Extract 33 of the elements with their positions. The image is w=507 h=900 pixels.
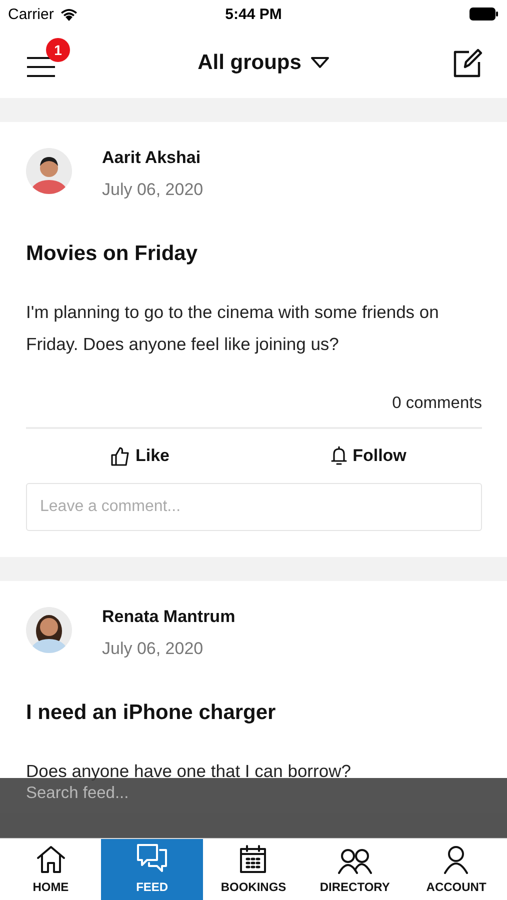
- post-body: I'm planning to go to the cinema with some friends on Friday. Does anyone feel like joining us?: [26, 301, 440, 356]
- post-date: July 06, 2020: [102, 639, 204, 659]
- search-field[interactable]: Search feed...: [0, 778, 507, 838]
- like-button[interactable]: Like: [26, 429, 254, 483]
- calendar-icon: [239, 844, 268, 874]
- tab[interactable]: FEED: [101, 839, 203, 900]
- post-date: July 06, 2020: [102, 180, 204, 200]
- bell-icon: [330, 446, 348, 466]
- compose-button[interactable]: [453, 48, 483, 78]
- carrier-label: Carrier: [8, 6, 54, 22]
- thumbs-up-icon: [110, 446, 130, 466]
- author-name: Renata Mantrum: [102, 607, 236, 627]
- people-icon: [336, 848, 373, 874]
- home-icon: [34, 844, 67, 874]
- notification-badge: 1: [46, 38, 70, 62]
- menu-icon: [26, 56, 56, 78]
- author-name: Aarit Akshai: [102, 148, 202, 168]
- post-title: I need an iPhone charger: [26, 701, 277, 725]
- avatar: [26, 148, 72, 194]
- menu-button[interactable]: 1: [26, 36, 74, 78]
- time-label: 5:44 PM: [225, 6, 282, 22]
- post-title: Movies on Friday: [26, 242, 199, 266]
- dropdown-caret-icon: [311, 57, 330, 69]
- comment-field[interactable]: Leave a comment...: [26, 483, 482, 531]
- wifi-icon: [60, 8, 78, 20]
- compose-icon: [453, 48, 483, 78]
- avatar: [26, 607, 72, 653]
- follow-button[interactable]: Follow: [254, 429, 482, 483]
- chat-bubbles-icon: [135, 842, 170, 874]
- battery-icon: [469, 7, 499, 21]
- person-icon: [443, 846, 470, 874]
- comment-count[interactable]: 0 comments: [26, 394, 482, 429]
- group-selector[interactable]: All groups: [198, 51, 330, 75]
